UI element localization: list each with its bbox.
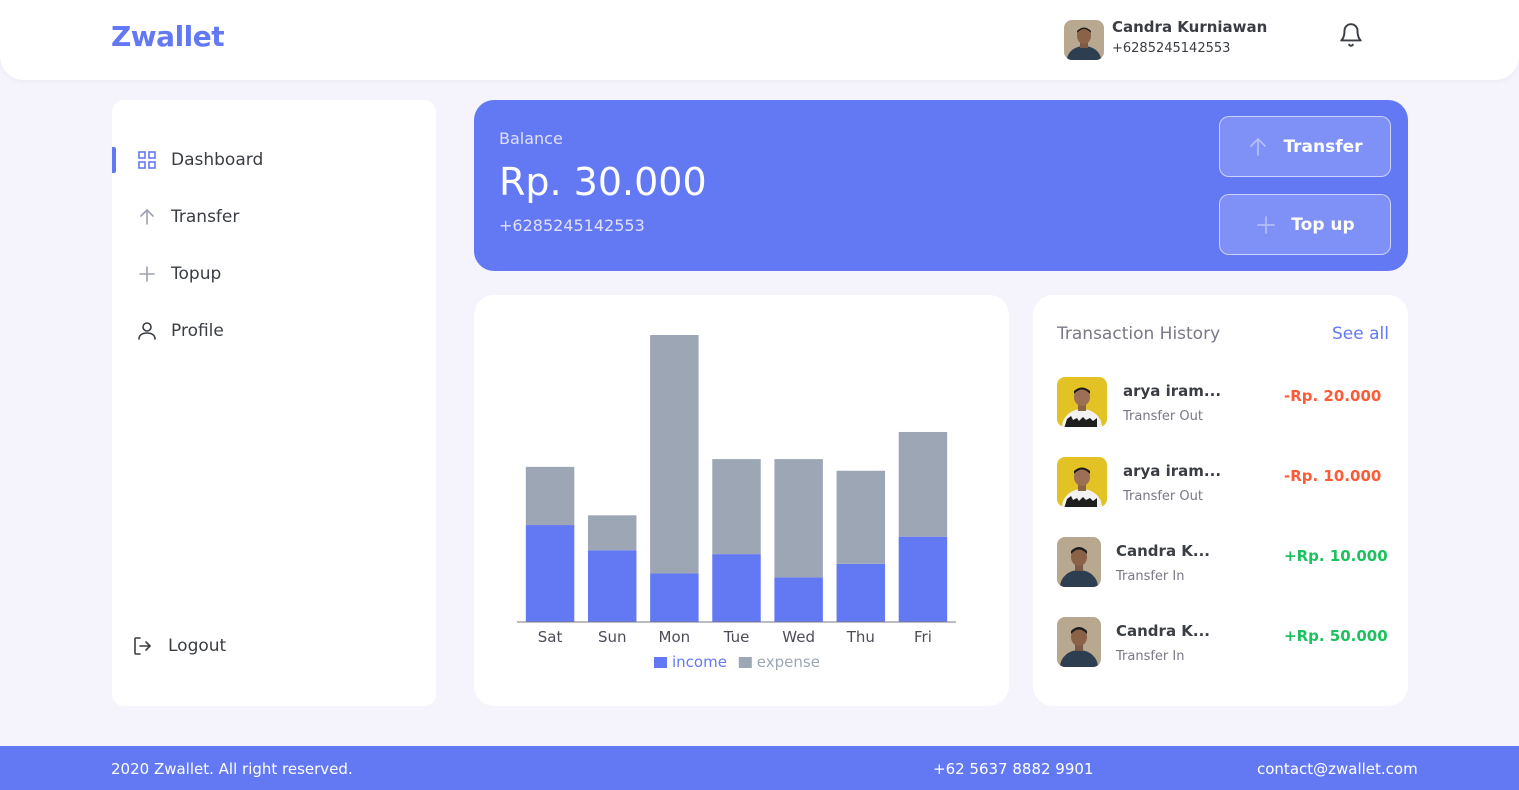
bar-income-sun bbox=[587, 550, 637, 622]
bar-income-mon bbox=[650, 573, 699, 622]
x-tick-label: Wed bbox=[782, 628, 815, 646]
bar-expense-wed bbox=[774, 459, 823, 578]
user-phone: +6285245142553 bbox=[1112, 41, 1231, 56]
legend-swatch-income bbox=[654, 657, 667, 668]
footer-phone: +62 5637 8882 9901 bbox=[933, 760, 1094, 778]
transaction-history: Transaction History See all arya iram...… bbox=[1033, 295, 1408, 706]
balance-label: Balance bbox=[499, 129, 563, 148]
transaction-item[interactable]: Candra K... Transfer In +Rp. 50.000 bbox=[1033, 617, 1408, 669]
active-indicator bbox=[112, 147, 116, 173]
see-all-link[interactable]: See all bbox=[1332, 324, 1389, 344]
transaction-type: Transfer Out bbox=[1123, 489, 1203, 504]
bar-expense-tue bbox=[712, 459, 761, 555]
arrow-up-icon bbox=[136, 206, 158, 228]
user-name: Candra Kurniawan bbox=[1112, 18, 1268, 36]
sidebar: Dashboard Transfer Topup Profile Logout bbox=[112, 100, 436, 706]
transaction-item[interactable]: Candra K... Transfer In +Rp. 10.000 bbox=[1033, 537, 1408, 589]
sidebar-item-label: Topup bbox=[171, 264, 222, 284]
x-tick-label: Sun bbox=[598, 628, 627, 646]
transaction-history-title: Transaction History bbox=[1057, 324, 1221, 344]
x-tick-label: Fri bbox=[914, 628, 932, 646]
balance-amount: Rp. 30.000 bbox=[499, 160, 707, 204]
grid-icon bbox=[136, 149, 158, 171]
transaction-item[interactable]: arya iram... Transfer Out -Rp. 10.000 bbox=[1033, 457, 1408, 509]
user-avatar[interactable] bbox=[1064, 20, 1104, 60]
x-tick-label: Thu bbox=[846, 628, 875, 646]
transaction-name: Candra K... bbox=[1116, 542, 1211, 560]
transaction-amount: +Rp. 10.000 bbox=[1284, 547, 1388, 565]
transaction-type: Transfer In bbox=[1116, 569, 1185, 584]
transaction-type: Transfer Out bbox=[1123, 409, 1203, 424]
user-icon bbox=[136, 320, 158, 342]
top-header: Zwallet Candra Kurniawan +6285245142553 bbox=[0, 0, 1519, 80]
sidebar-item-dashboard[interactable]: Dashboard bbox=[112, 145, 436, 175]
bar-expense-thu bbox=[836, 470, 886, 564]
legend-label-expense: expense bbox=[757, 653, 820, 671]
balance-phone: +6285245142553 bbox=[499, 216, 645, 235]
transaction-avatar bbox=[1057, 377, 1107, 427]
balance-card: Balance Rp. 30.000 +6285245142553 Transf… bbox=[474, 100, 1408, 271]
sidebar-item-label: Transfer bbox=[171, 207, 240, 227]
transaction-avatar bbox=[1057, 537, 1101, 587]
bell-icon[interactable] bbox=[1338, 22, 1364, 48]
sidebar-item-topup[interactable]: Topup bbox=[112, 259, 436, 289]
transaction-amount: -Rp. 10.000 bbox=[1284, 467, 1382, 485]
bar-income-fri bbox=[898, 536, 948, 622]
sidebar-item-profile[interactable]: Profile bbox=[112, 316, 436, 346]
bar-income-wed bbox=[774, 577, 823, 622]
income-expense-chart: Sat Sun Mon Tue Wed Thu Fri income expense bbox=[474, 295, 1009, 706]
x-tick-label: Mon bbox=[659, 628, 691, 646]
transaction-amount: -Rp. 20.000 bbox=[1284, 387, 1382, 405]
transaction-amount: +Rp. 50.000 bbox=[1284, 627, 1388, 645]
legend-swatch-expense bbox=[738, 657, 752, 668]
chart-svg: Sat Sun Mon Tue Wed Thu Fri income expense bbox=[517, 335, 956, 671]
transaction-type: Transfer In bbox=[1116, 649, 1185, 664]
transfer-button-label: Transfer bbox=[1283, 136, 1363, 157]
bar-income-tue bbox=[712, 554, 761, 622]
transaction-avatar bbox=[1057, 457, 1107, 507]
plus-icon bbox=[1255, 214, 1277, 236]
transaction-name: arya iram... bbox=[1123, 462, 1222, 480]
transaction-avatar bbox=[1057, 617, 1101, 667]
logout-button[interactable]: Logout bbox=[112, 631, 436, 661]
legend-label-income: income bbox=[672, 653, 727, 671]
footer-email[interactable]: contact@zwallet.com bbox=[1257, 760, 1418, 778]
transaction-name: Candra K... bbox=[1116, 622, 1211, 640]
bar-expense-mon bbox=[650, 335, 699, 574]
transaction-item[interactable]: arya iram... Transfer Out -Rp. 20.000 bbox=[1033, 377, 1408, 429]
transaction-name: arya iram... bbox=[1123, 382, 1222, 400]
footer-copyright: 2020 Zwallet. All right reserved. bbox=[111, 760, 353, 778]
sidebar-item-label: Profile bbox=[171, 321, 224, 341]
sidebar-item-label: Dashboard bbox=[171, 150, 264, 170]
bar-expense-fri bbox=[898, 431, 948, 537]
bar-income-thu bbox=[836, 563, 886, 622]
footer: 2020 Zwallet. All right reserved. +62 56… bbox=[0, 746, 1519, 790]
plus-icon bbox=[136, 263, 158, 285]
transfer-button[interactable]: Transfer bbox=[1219, 116, 1391, 177]
bar-income-sat bbox=[525, 525, 575, 622]
x-tick-label: Tue bbox=[723, 628, 750, 646]
topup-button-label: Top up bbox=[1291, 214, 1355, 235]
bar-expense-sun bbox=[587, 515, 637, 551]
topup-button[interactable]: Top up bbox=[1219, 194, 1391, 255]
logout-icon bbox=[132, 635, 154, 657]
logout-label: Logout bbox=[168, 636, 227, 656]
x-tick-label: Sat bbox=[538, 628, 563, 646]
arrow-up-icon bbox=[1247, 136, 1269, 158]
brand-logo[interactable]: Zwallet bbox=[111, 20, 225, 53]
bar-expense-sat bbox=[525, 466, 575, 526]
sidebar-item-transfer[interactable]: Transfer bbox=[112, 202, 436, 232]
